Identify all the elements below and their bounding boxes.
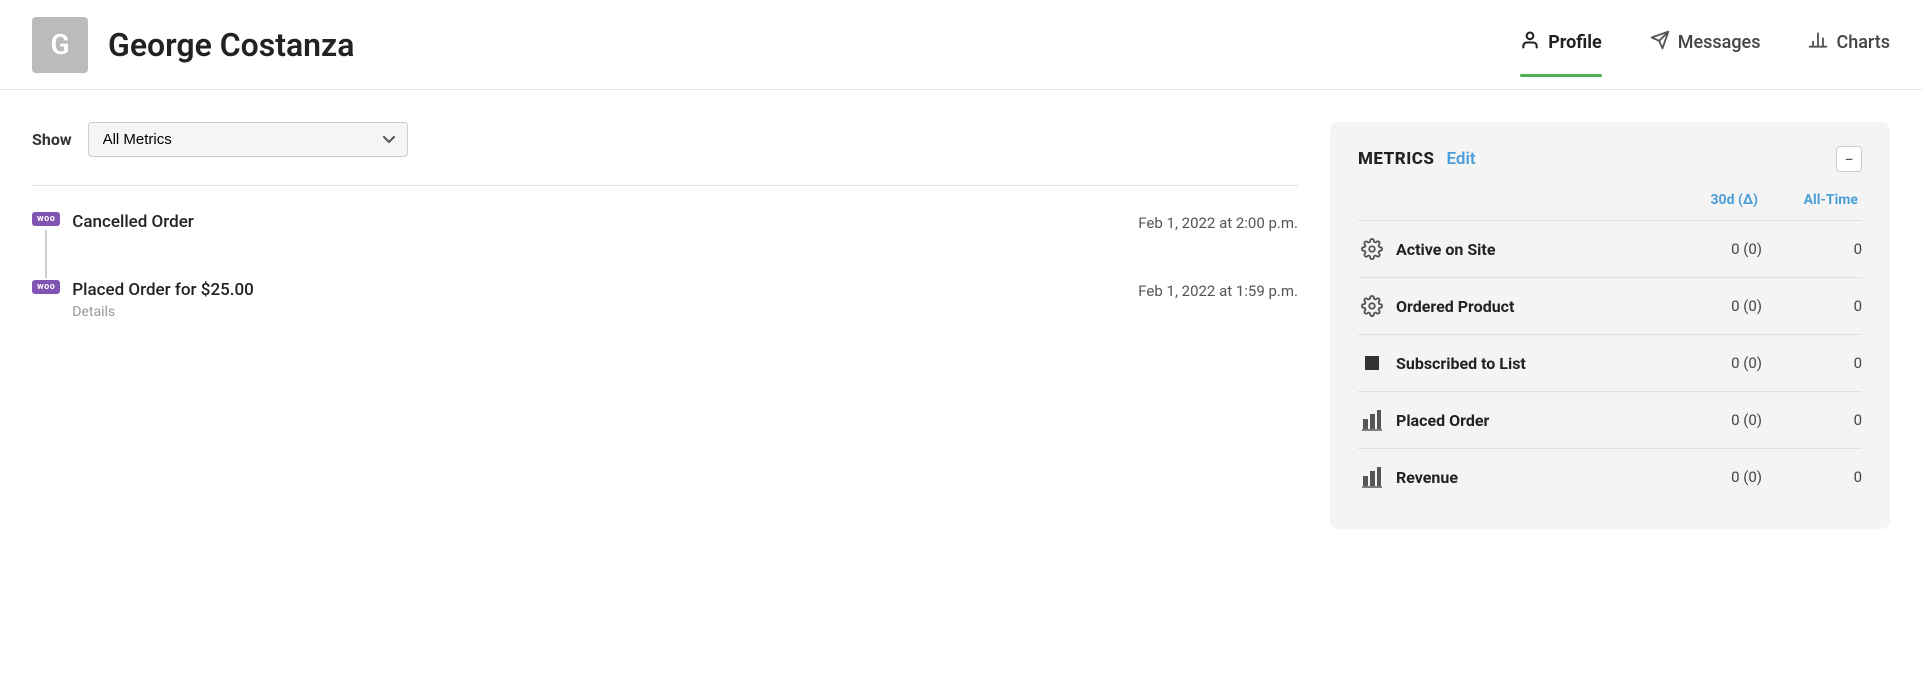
metrics-title-row: METRICS Edit: [1358, 149, 1476, 169]
activity-row-2: Placed Order for $25.00 Feb 1, 2022 at 1…: [72, 280, 1298, 300]
nav-messages[interactable]: Messages: [1650, 30, 1761, 59]
metrics-col-headers: 30d (Δ) All-Time: [1358, 192, 1862, 208]
left-panel: Show All Metrics woo Cancelled Order Feb…: [32, 122, 1298, 529]
activity-connector-2: woo: [32, 278, 60, 294]
metric-name-revenue: Revenue: [1396, 468, 1662, 487]
metrics-panel: METRICS Edit − 30d (Δ) All-Time Active o…: [1330, 122, 1890, 529]
show-row: Show All Metrics: [32, 122, 1298, 157]
nav-profile-label: Profile: [1548, 32, 1602, 53]
metric-name-placed-order: Placed Order: [1396, 411, 1662, 430]
nav-charts-label: Charts: [1836, 32, 1890, 53]
woo-badge: woo: [32, 212, 60, 226]
metric-val-alltime-revenue: 0: [1762, 468, 1862, 486]
metric-row-placed-order: Placed Order 0 (0) 0: [1358, 391, 1862, 448]
user-name: George Costanza: [108, 26, 354, 64]
activity-content-2: Placed Order for $25.00 Feb 1, 2022 at 1…: [72, 278, 1298, 348]
activity-item-placed-order: woo Placed Order for $25.00 Feb 1, 2022 …: [32, 278, 1298, 348]
header: G George Costanza Profile Messages: [0, 0, 1922, 90]
metrics-edit-button[interactable]: Edit: [1446, 149, 1475, 169]
bar-chart-icon: [1808, 30, 1828, 55]
bar-icon-placed-order: [1358, 406, 1386, 434]
woo-badge-2: woo: [32, 280, 60, 294]
metric-val-alltime-subscribed: 0: [1762, 354, 1862, 372]
metrics-header: METRICS Edit −: [1358, 146, 1862, 172]
divider: [32, 185, 1298, 186]
activity-details-link[interactable]: Details: [72, 304, 1298, 320]
metric-name-ordered-product: Ordered Product: [1396, 297, 1662, 316]
avatar: G: [32, 17, 88, 73]
metric-val-30d-active-on-site: 0 (0): [1662, 240, 1762, 258]
nav-messages-label: Messages: [1678, 32, 1761, 53]
show-label: Show: [32, 130, 72, 149]
metric-val-30d-placed-order: 0 (0): [1662, 411, 1762, 429]
activity-row: Cancelled Order Feb 1, 2022 at 2:00 p.m.: [72, 212, 1298, 232]
metric-val-alltime-ordered-product: 0: [1762, 297, 1862, 315]
send-icon: [1650, 30, 1670, 55]
nav-profile[interactable]: Profile: [1520, 30, 1602, 59]
person-icon: [1520, 30, 1540, 55]
metric-val-30d-ordered-product: 0 (0): [1662, 297, 1762, 315]
metrics-collapse-button[interactable]: −: [1836, 146, 1862, 172]
minus-icon: −: [1844, 150, 1853, 169]
activity-title: Cancelled Order: [72, 212, 194, 232]
metric-val-30d-subscribed: 0 (0): [1662, 354, 1762, 372]
col-header-30d: 30d (Δ): [1658, 192, 1758, 208]
col-header-alltime: All-Time: [1758, 192, 1858, 208]
metric-val-alltime-placed-order: 0: [1762, 411, 1862, 429]
metric-row-revenue: Revenue 0 (0) 0: [1358, 448, 1862, 505]
square-icon-subscribed: [1358, 349, 1386, 377]
activity-title-2: Placed Order for $25.00: [72, 280, 254, 300]
gear-icon-ordered: [1358, 292, 1386, 320]
metrics-select[interactable]: All Metrics: [88, 122, 408, 157]
gear-icon-active: [1358, 235, 1386, 263]
nav-charts[interactable]: Charts: [1808, 30, 1890, 59]
metrics-title: METRICS: [1358, 149, 1434, 169]
metric-name-subscribed: Subscribed to List: [1396, 354, 1662, 373]
metric-row-ordered-product: Ordered Product 0 (0) 0: [1358, 277, 1862, 334]
metric-name-active-on-site: Active on Site: [1396, 240, 1662, 259]
activity-time: Feb 1, 2022 at 2:00 p.m.: [1138, 212, 1298, 232]
activity-content: Cancelled Order Feb 1, 2022 at 2:00 p.m.: [72, 210, 1298, 260]
activity-line: [45, 230, 47, 278]
bar-icon-revenue: [1358, 463, 1386, 491]
metric-val-alltime-active-on-site: 0: [1762, 240, 1862, 258]
activity-time-2: Feb 1, 2022 at 1:59 p.m.: [1138, 280, 1298, 300]
activity-connector: woo: [32, 210, 60, 278]
metric-val-30d-revenue: 0 (0): [1662, 468, 1762, 486]
main-content: Show All Metrics woo Cancelled Order Feb…: [0, 90, 1922, 561]
metric-row-active-on-site: Active on Site 0 (0) 0: [1358, 220, 1862, 277]
activity-item-cancelled-order: woo Cancelled Order Feb 1, 2022 at 2:00 …: [32, 210, 1298, 278]
metric-row-subscribed: Subscribed to List 0 (0) 0: [1358, 334, 1862, 391]
header-nav: Profile Messages Charts: [1520, 30, 1890, 59]
